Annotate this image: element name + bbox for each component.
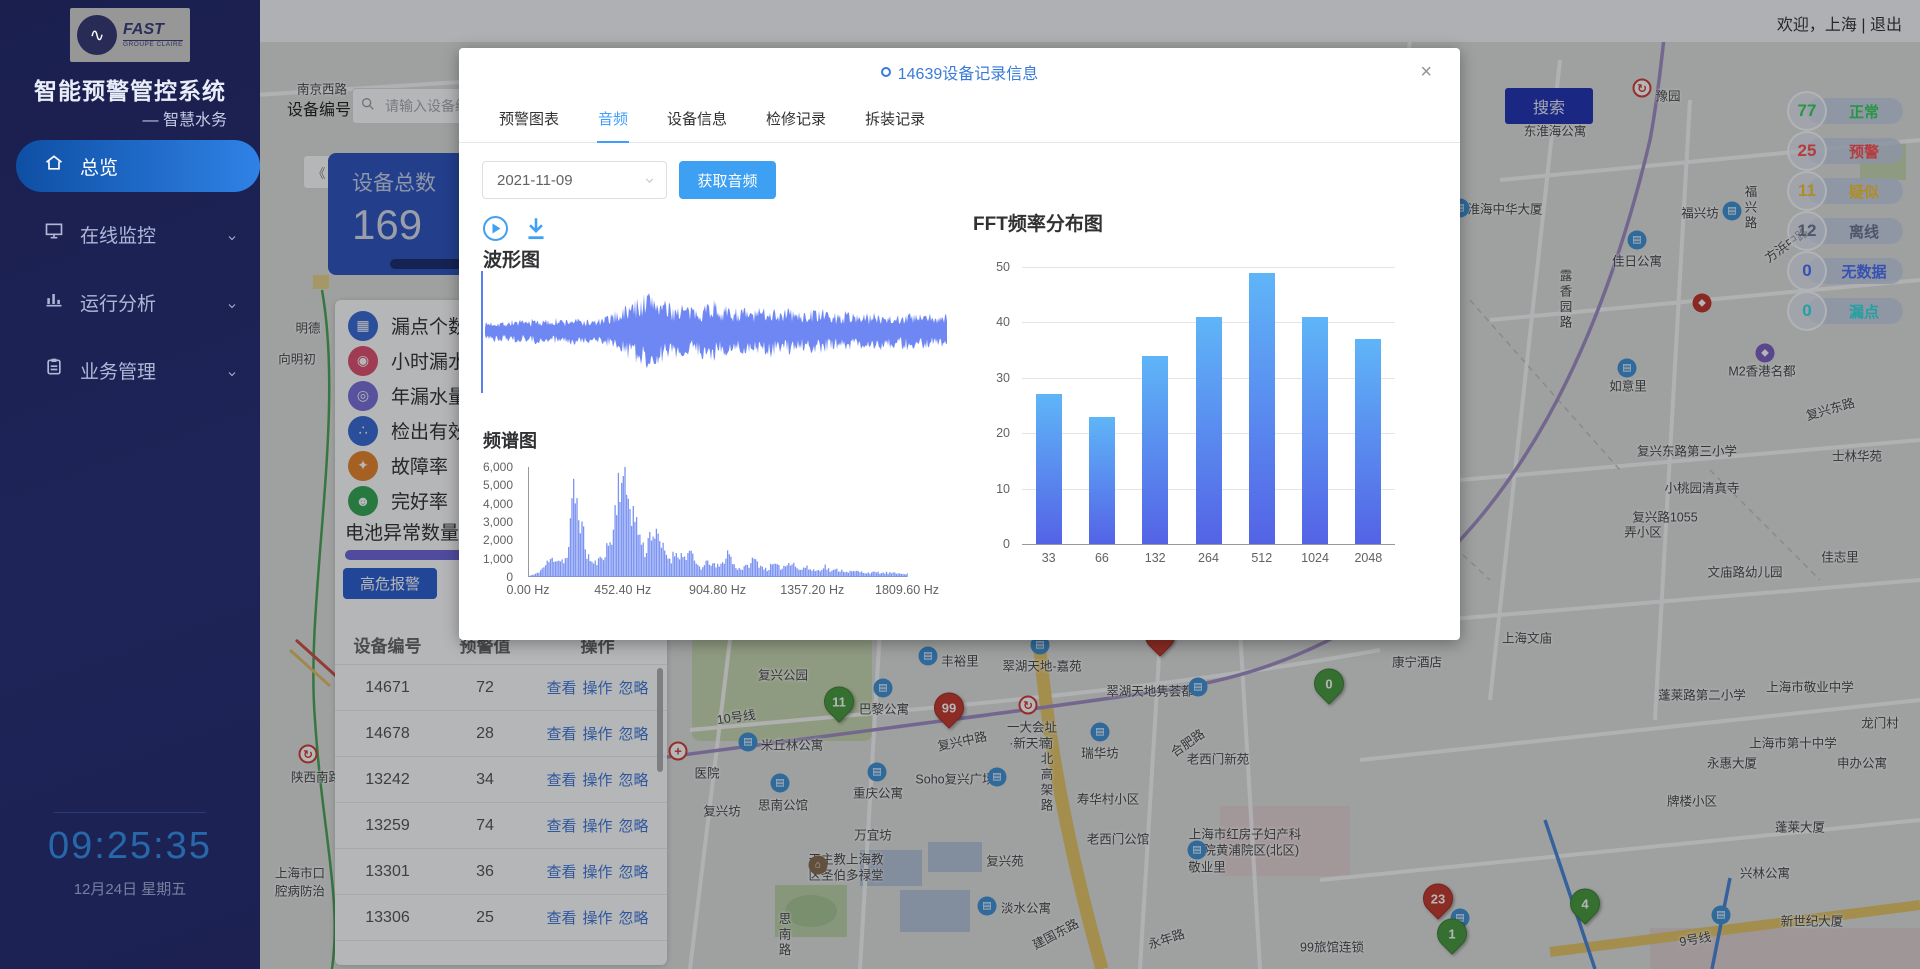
y-tick-label: 6,000	[483, 460, 513, 474]
chevron-down-icon	[226, 296, 238, 318]
y-tick-label: 2,000	[483, 533, 513, 547]
y-tick-label: 20	[996, 426, 1010, 440]
gridline	[1022, 267, 1395, 268]
spectrum-title: 频谱图	[483, 427, 537, 453]
x-tick-label: 452.40 Hz	[594, 583, 651, 597]
sidebar-item-label: 业务管理	[80, 357, 156, 384]
x-tick-label: 0.00 Hz	[506, 583, 549, 597]
download-audio-icon[interactable]	[523, 215, 549, 247]
fft-bar	[1249, 273, 1275, 544]
sidebar-item-online-monitoring[interactable]: 在线监控	[16, 208, 260, 260]
fft-bar-chart	[1022, 267, 1395, 544]
fft-bar	[1089, 417, 1115, 544]
clipboard-icon	[44, 357, 64, 383]
y-tick-label: 0	[506, 570, 513, 584]
main-area: 南京西路豫园东淮海公寓淮海中华大厦福兴坊方浜中路露香园路佳日公寓福兴路如意里M2…	[260, 0, 1920, 969]
spectrum-y-axis: 01,0002,0003,0004,0005,0006,000	[459, 467, 519, 577]
fft-bar	[1036, 394, 1062, 544]
modal-tabs: 预警图表 音频 设备信息 检修记录 拆装记录	[459, 96, 1460, 143]
fft-bar	[1142, 356, 1168, 544]
divider	[54, 812, 206, 813]
x-tick-label: 33	[1022, 551, 1075, 565]
logo: ∿ FAST GROUPE CLAIRE	[70, 8, 190, 62]
x-tick-label: 1809.60 Hz	[875, 583, 939, 597]
sidebar-menu: 总览 在线监控 运行分析	[0, 140, 260, 412]
app-window: ∿ FAST GROUPE CLAIRE 智能预警管控系统 — 智慧水务 总览 …	[0, 0, 1920, 969]
tab-warning-charts[interactable]: 预警图表	[498, 108, 560, 142]
sidebar-item-overview[interactable]: 总览	[16, 140, 260, 192]
tab-audio[interactable]: 音频	[597, 108, 629, 142]
gridline	[1022, 544, 1395, 545]
x-tick-label: 1357.20 Hz	[780, 583, 844, 597]
y-tick-label: 1,000	[483, 552, 513, 566]
modal-title: 14639设备记录信息	[898, 60, 1039, 84]
y-tick-label: 50	[996, 260, 1010, 274]
sidebar-item-business[interactable]: 业务管理	[16, 344, 260, 396]
home-icon	[44, 153, 64, 179]
x-tick-label: 2048	[1342, 551, 1395, 565]
tab-device-info[interactable]: 设备信息	[666, 108, 728, 142]
waveform-chart	[485, 275, 947, 387]
x-tick-label: 132	[1129, 551, 1182, 565]
fft-y-axis: 01020304050	[974, 267, 1016, 544]
fft-title: FFT频率分布图	[973, 209, 1103, 236]
clock-time: 09:25:35	[0, 825, 260, 868]
sidebar: ∿ FAST GROUPE CLAIRE 智能预警管控系统 — 智慧水务 总览 …	[0, 0, 260, 969]
sidebar-clock: 09:25:35 12月24日 星期五	[0, 812, 260, 899]
x-tick-label: 1024	[1288, 551, 1341, 565]
spectrum-x-axis: 0.00 Hz452.40 Hz904.80 Hz1357.20 Hz1809.…	[528, 583, 907, 599]
waveform-axis	[481, 271, 483, 393]
chevron-down-icon	[226, 228, 238, 250]
logo-wave-icon: ∿	[77, 15, 117, 55]
x-tick-label: 66	[1075, 551, 1128, 565]
device-record-modal: 14639设备记录信息 × 预警图表 音频 设备信息 检修记录 拆装记录 202…	[459, 48, 1460, 640]
modal-body: 2021-11-09 获取音频 波形图	[459, 143, 1460, 639]
tab-disassembly-records[interactable]: 拆装记录	[864, 108, 926, 142]
y-tick-label: 40	[996, 315, 1010, 329]
chevron-down-icon	[643, 174, 656, 191]
fft-bar	[1196, 317, 1222, 544]
y-tick-label: 30	[996, 371, 1010, 385]
fetch-audio-button[interactable]: 获取音频	[679, 161, 776, 199]
sidebar-item-analysis[interactable]: 运行分析	[16, 276, 260, 328]
tab-repair-records[interactable]: 检修记录	[765, 108, 827, 142]
y-tick-label: 0	[1003, 537, 1010, 551]
logo-brand-sub: GROUPE CLAIRE	[123, 40, 183, 49]
sidebar-item-label: 在线监控	[80, 221, 156, 248]
x-tick-label: 264	[1182, 551, 1235, 565]
bar-chart-icon	[44, 289, 64, 315]
y-tick-label: 5,000	[483, 478, 513, 492]
app-title: 智能预警管控系统	[0, 72, 260, 106]
y-tick-label: 3,000	[483, 515, 513, 529]
app-subtitle: — 智慧水务	[143, 106, 227, 130]
close-icon[interactable]: ×	[1420, 62, 1432, 82]
monitor-icon	[44, 221, 64, 247]
chevron-down-icon	[226, 364, 238, 386]
y-tick-label: 4,000	[483, 497, 513, 511]
modal-titlebar: 14639设备记录信息 ×	[459, 48, 1460, 96]
waveform-title: 波形图	[483, 245, 540, 272]
sidebar-item-label: 总览	[80, 153, 118, 180]
clock-date: 12月24日 星期五	[0, 878, 260, 899]
date-select[interactable]: 2021-11-09	[482, 161, 667, 199]
record-icon	[881, 67, 891, 77]
y-tick-label: 10	[996, 482, 1010, 496]
logo-brand: FAST	[123, 22, 183, 38]
sidebar-item-label: 运行分析	[80, 289, 156, 316]
x-tick-label: 904.80 Hz	[689, 583, 746, 597]
spectrum-chart	[528, 467, 907, 577]
x-tick-label: 512	[1235, 551, 1288, 565]
fft-bar	[1302, 317, 1328, 544]
play-audio-icon[interactable]	[482, 215, 509, 247]
fft-bar	[1355, 339, 1381, 544]
